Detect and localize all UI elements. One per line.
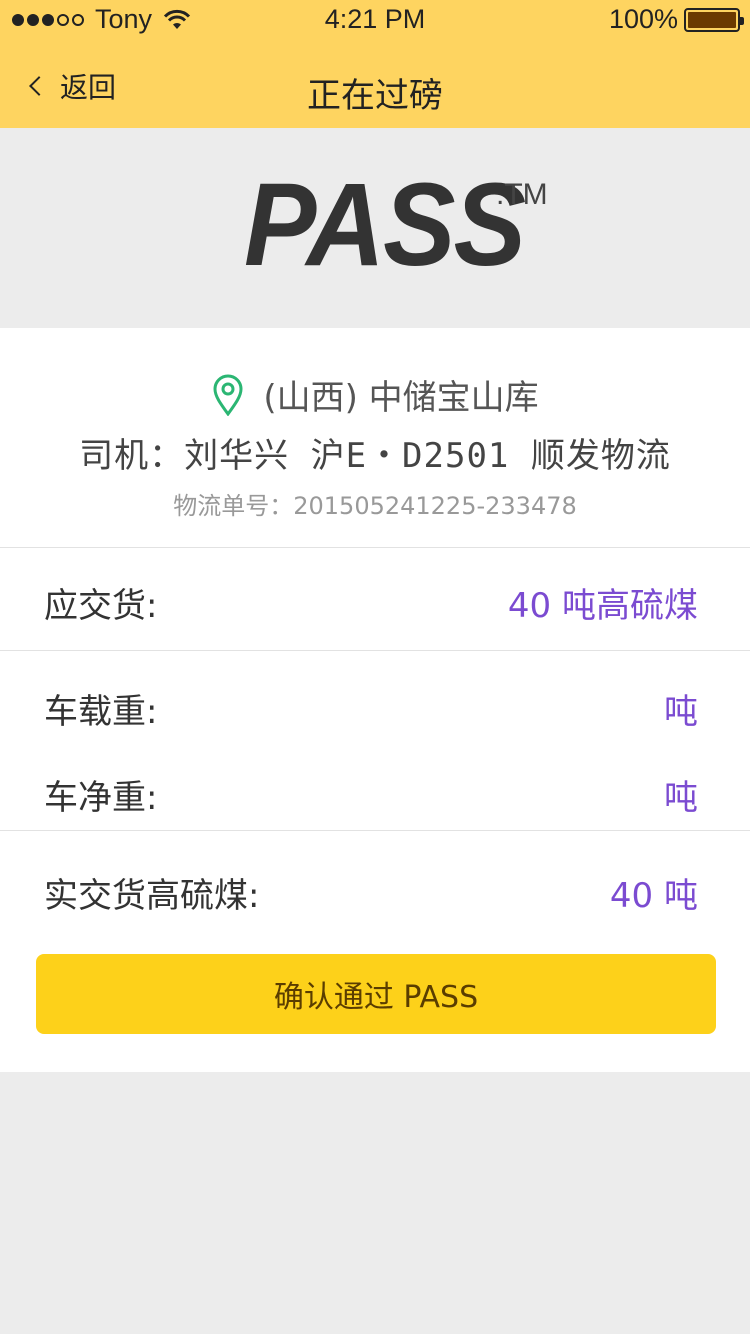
net-weight-value: 吨 (664, 778, 698, 818)
location-name: (山西) 中储宝山库 (263, 378, 539, 418)
divider (0, 830, 750, 831)
driver-info: 司机：刘华兴 沪E・D2501 顺发物流 (79, 436, 671, 476)
due-goods-value: 40 吨高硫煤 (507, 586, 698, 626)
due-goods-label: 应交货: (44, 586, 158, 626)
trademark-mark: .TM (496, 178, 548, 211)
gross-weight-value: 吨 (664, 692, 698, 732)
status-right: 100% (608, 4, 744, 35)
location-line: (山西) 中储宝山库 (0, 370, 750, 419)
gross-weight-label: 车载重: (44, 692, 158, 732)
confirm-pass-button[interactable]: 确认通过 PASS (36, 954, 716, 1034)
battery-fill (688, 11, 736, 28)
battery-percent: 100% (608, 4, 678, 34)
page-title: 正在过磅 (307, 76, 443, 116)
order-number-label: 物流单号： (173, 492, 294, 520)
weighing-card: (山西) 中储宝山库 司机：刘华兴 沪E・D2501 顺发物流 物流单号：201… (0, 328, 750, 1072)
order-number: 201505241225-233478 (293, 492, 577, 520)
location-pin-icon (213, 374, 243, 416)
pass-logo: PASS (244, 159, 526, 291)
divider (0, 547, 750, 548)
top-bar: Tony 4:21 PM 100% 返回 正在过磅 (0, 0, 750, 128)
order-number-line: 物流单号：201505241225-233478 (0, 486, 750, 521)
status-bar: Tony 4:21 PM 100% (0, 0, 750, 40)
divider (0, 650, 750, 651)
actual-delivery-value: 40 吨 (609, 876, 698, 916)
actual-delivery-label: 实交货高硫煤: (44, 876, 260, 916)
net-weight-label: 车净重: (44, 778, 158, 818)
battery-icon (684, 7, 744, 32)
navigation-bar: 返回 正在过磅 (0, 40, 750, 128)
battery-nub (740, 16, 744, 25)
